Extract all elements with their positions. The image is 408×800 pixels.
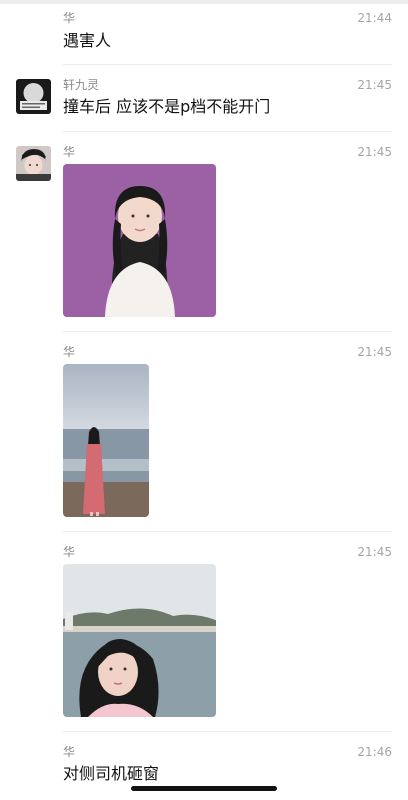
message-time: 21:45 xyxy=(357,345,392,359)
message-image[interactable] xyxy=(63,164,216,317)
avatar[interactable] xyxy=(16,79,51,114)
message-time: 21:45 xyxy=(357,145,392,159)
home-indicator[interactable] xyxy=(131,786,277,791)
message-text[interactable]: 遇害人 xyxy=(63,31,111,51)
message-image[interactable] xyxy=(63,564,216,717)
divider xyxy=(63,331,392,332)
message-image[interactable] xyxy=(63,364,149,517)
sender-name[interactable]: 轩九灵 xyxy=(63,78,99,92)
avatar[interactable] xyxy=(16,146,51,181)
sender-name[interactable]: 华 xyxy=(63,11,75,25)
message-text[interactable]: 撞车后 应该不是p档不能开门 xyxy=(63,97,270,117)
divider xyxy=(63,731,392,732)
message-time: 21:45 xyxy=(357,78,392,92)
sender-name[interactable]: 华 xyxy=(63,345,75,359)
sender-name[interactable]: 华 xyxy=(63,145,75,159)
message-time: 21:44 xyxy=(357,11,392,25)
message-time: 21:46 xyxy=(357,745,392,759)
sender-name[interactable]: 华 xyxy=(63,545,75,559)
divider xyxy=(63,531,392,532)
divider xyxy=(63,131,392,132)
sender-name[interactable]: 华 xyxy=(63,745,75,759)
message-time: 21:45 xyxy=(357,545,392,559)
message-text[interactable]: 对侧司机砸窗 xyxy=(63,764,159,784)
divider xyxy=(63,64,392,65)
top-edge-bar xyxy=(0,0,408,4)
